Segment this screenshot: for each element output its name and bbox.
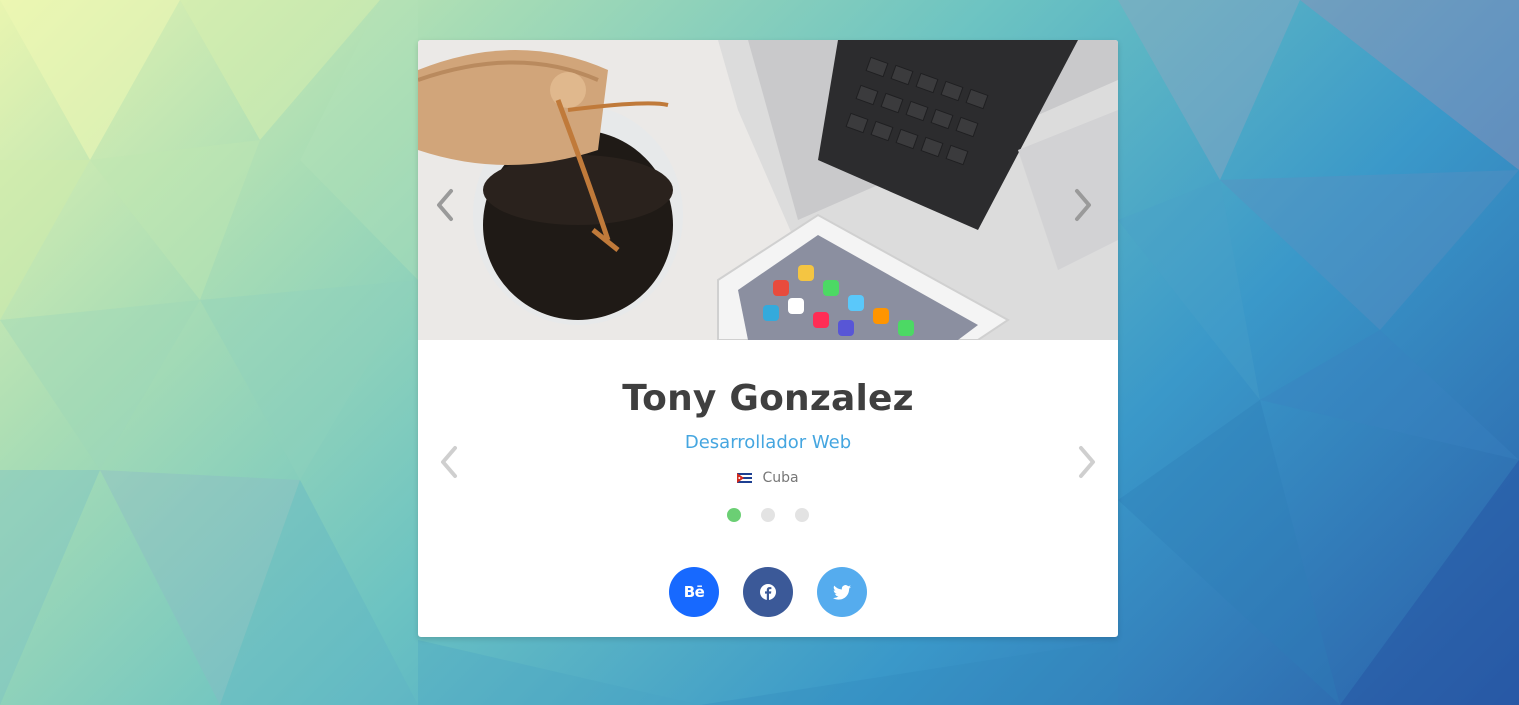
facebook-button[interactable] xyxy=(743,567,793,617)
behance-icon: Bē xyxy=(683,583,705,601)
profile-country: Cuba xyxy=(762,470,799,486)
hero-photo-desk-scene xyxy=(418,40,1118,340)
twitter-icon xyxy=(833,584,851,600)
twitter-button[interactable] xyxy=(817,567,867,617)
chevron-left-icon xyxy=(437,189,453,221)
carousel-dot-2[interactable] xyxy=(761,508,775,522)
chevron-right-icon xyxy=(1075,189,1091,221)
hero-image xyxy=(418,40,1118,340)
hero-prev-button[interactable] xyxy=(435,188,463,228)
profile-name: Tony Gonzalez xyxy=(622,378,914,419)
behance-button[interactable]: Bē xyxy=(669,567,719,617)
profile-card: Tony Gonzalez Desarrollador Web Cuba Bē xyxy=(418,40,1118,637)
profile-role: Desarrollador Web xyxy=(684,432,852,453)
carousel-dot-1[interactable] xyxy=(727,508,741,522)
facebook-icon xyxy=(760,584,776,600)
carousel-indicators xyxy=(418,508,1118,522)
cuba-flag-icon xyxy=(737,473,753,483)
social-links: Bē xyxy=(418,567,1118,617)
carousel-dot-3[interactable] xyxy=(795,508,809,522)
profile-location: Cuba xyxy=(418,470,1118,486)
hero-next-button[interactable] xyxy=(1073,188,1101,228)
